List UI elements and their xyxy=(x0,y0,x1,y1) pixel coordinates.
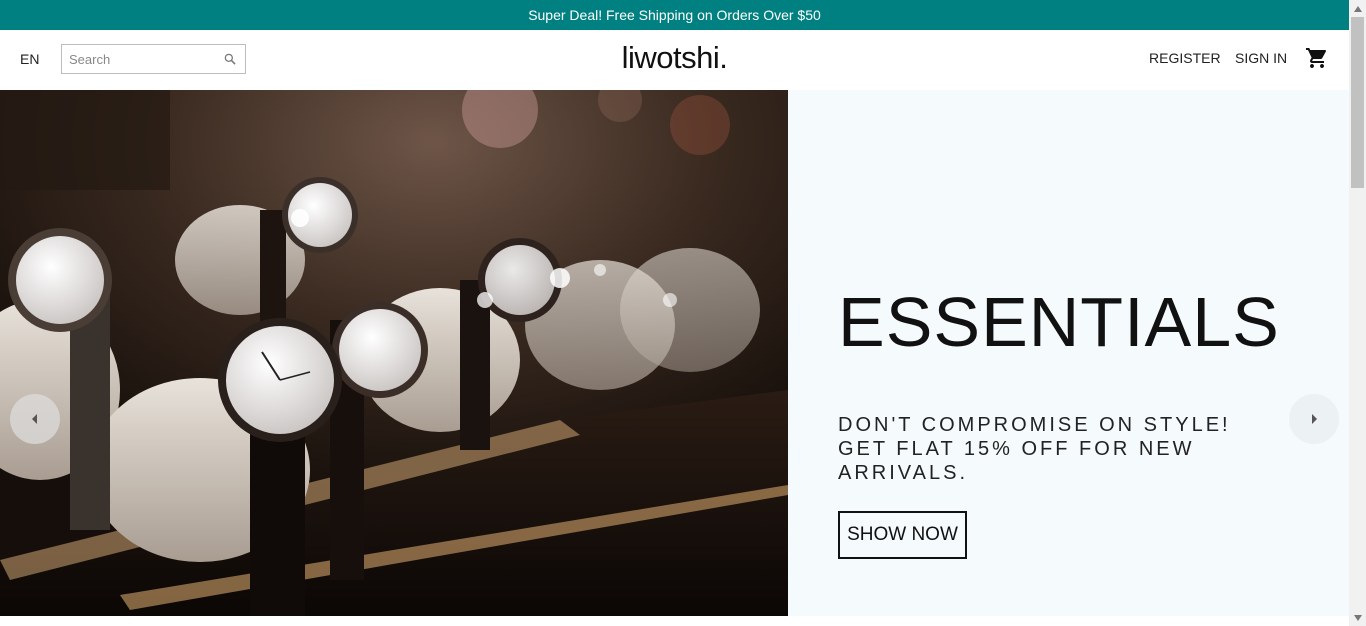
language-selector[interactable]: EN xyxy=(20,51,39,67)
hero-image-watches xyxy=(0,90,788,616)
search-box xyxy=(61,44,246,74)
arrow-right-icon xyxy=(1312,414,1317,424)
shopping-cart-icon[interactable] xyxy=(1305,46,1329,70)
navbar: EN liwotshi. REGISTER SIGN IN xyxy=(0,30,1349,90)
scrollbar-thumb[interactable] xyxy=(1351,17,1364,188)
announcement-text: Super Deal! Free Shipping on Orders Over… xyxy=(528,7,821,23)
chevron-down-icon xyxy=(1353,614,1362,621)
slider-prev-button[interactable] xyxy=(10,394,60,444)
hero-slider: ESSENTIALS DON'T COMPROMISE ON STYLE! GE… xyxy=(0,90,1349,616)
register-link[interactable]: REGISTER xyxy=(1149,50,1221,66)
scroll-up-button[interactable] xyxy=(1349,0,1366,17)
scroll-down-button[interactable] xyxy=(1349,609,1366,626)
page-scrollbar[interactable] xyxy=(1349,0,1366,626)
slide-description: DON'T COMPROMISE ON STYLE! GET FLAT 15% … xyxy=(838,414,1231,484)
slide-info: ESSENTIALS DON'T COMPROMISE ON STYLE! GE… xyxy=(838,90,1288,616)
search-icon[interactable] xyxy=(223,52,237,66)
arrow-left-icon xyxy=(32,414,37,424)
show-now-button[interactable]: SHOW NOW xyxy=(838,511,967,559)
slide-title: ESSENTIALS xyxy=(838,283,1280,361)
brand-logo[interactable]: liwotshi. xyxy=(622,40,728,75)
chevron-up-icon xyxy=(1353,5,1362,12)
slider-next-button[interactable] xyxy=(1289,394,1339,444)
search-input[interactable] xyxy=(69,46,219,72)
announcement-bar: Super Deal! Free Shipping on Orders Over… xyxy=(0,0,1349,30)
watch-display-illustration xyxy=(0,90,788,616)
sign-in-link[interactable]: SIGN IN xyxy=(1235,50,1287,66)
